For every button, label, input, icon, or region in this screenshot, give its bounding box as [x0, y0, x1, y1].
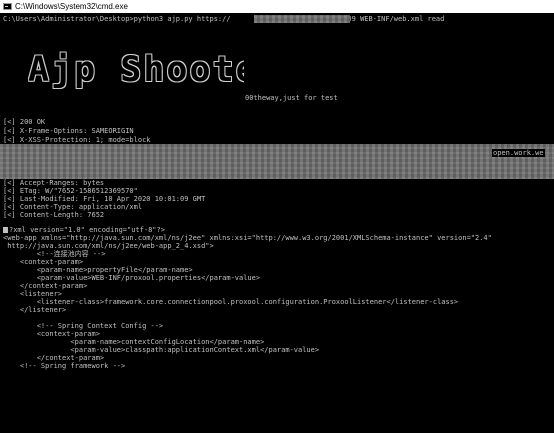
command-line: C:\Users\Administrator\Desktop>python3 a… — [3, 15, 444, 23]
xml-line: <param-name>contextConfigLocation</param… — [3, 338, 265, 346]
redacted-headers — [0, 144, 554, 179]
xml-line: http://java.sun.com/xml/ns/j2ee/web-app_… — [3, 242, 214, 250]
xml-line: </listener> — [3, 306, 67, 314]
ajp-shooter-banner: Ajp Shooter — [28, 50, 244, 90]
xml-line: <context-param> — [3, 330, 100, 338]
header-line: [<] 200 OK — [3, 118, 46, 126]
xml-line: <!-- Spring framework --> — [3, 362, 126, 370]
response-line: [<] Content-Length: 7652 — [3, 211, 105, 219]
banner-tagline: 00theway,just for test — [245, 94, 338, 102]
cmd-app-icon — [3, 3, 12, 10]
response-line: [<] Content-Type: application/xml — [3, 203, 143, 211]
header-line: [<] X-XSS-Protection: 1; mode=block — [3, 136, 151, 144]
redacted-host — [254, 15, 350, 23]
xml-line: <param-value>classpath:applicationContex… — [3, 346, 320, 354]
xml-line: <context-param> — [3, 258, 84, 266]
xml-line: </context-param> — [3, 354, 105, 362]
response-line: [<] ETag: W/"7652-1586512369570" — [3, 187, 138, 195]
xml-line: <param-name>propertyFile</param-name> — [3, 266, 193, 274]
masked-fragment: open.work.we — [492, 149, 545, 157]
xml-line: <listener-class>framework.core.connectio… — [3, 298, 459, 306]
xml-line: <web-app xmlns="http://java.sun.com/xml/… — [3, 234, 492, 242]
cursor-glyph — [3, 227, 8, 233]
console-output[interactable]: C:\Users\Administrator\Desktop>python3 a… — [0, 13, 554, 433]
window-titlebar[interactable]: C:\Windows\System32\cmd.exe — [0, 0, 554, 13]
xml-line: </context-param> — [3, 282, 88, 290]
xml-line: <!--连接池内容 --> — [3, 250, 106, 258]
response-line: [<] Accept-Ranges: bytes — [3, 179, 105, 187]
xml-line: <!-- Spring Context Config --> — [3, 322, 164, 330]
xml-line: ?xml version="1.0" encoding="utf-8"?> — [3, 226, 165, 234]
xml-line: <param-value>WEB-INF/proxool.properties<… — [3, 274, 261, 282]
window-title: C:\Windows\System32\cmd.exe — [15, 2, 128, 11]
response-line: [<] Last-Modified: Fri, 10 Apr 2020 10:0… — [3, 195, 206, 203]
command-prefix: C:\Users\Administrator\Desktop>python3 a… — [3, 15, 231, 23]
xml-line: <listener> — [3, 290, 63, 298]
header-line: [<] X-Frame-Options: SAMEORIGIN — [3, 127, 134, 135]
